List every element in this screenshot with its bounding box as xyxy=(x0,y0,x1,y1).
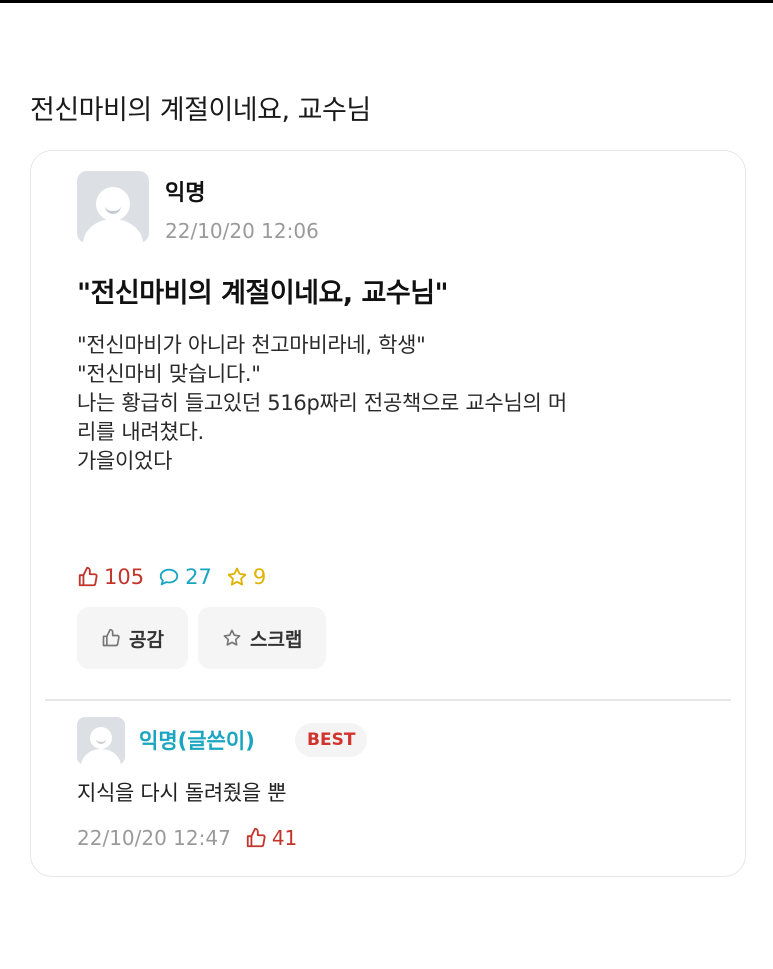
post-body-line: "전신마비가 아니라 천고마비라네, 학생" xyxy=(77,333,426,357)
comment-count-value: 27 xyxy=(185,565,212,589)
divider xyxy=(45,699,731,701)
star-icon xyxy=(223,629,241,646)
post-timestamp: 22/10/20 12:06 xyxy=(165,219,319,243)
page-title: 전신마비의 계절이네요, 교수님 xyxy=(30,95,371,126)
post-author: 익명 xyxy=(165,181,206,206)
scrap-count-value: 9 xyxy=(252,565,267,589)
like-button[interactable]: 공감 xyxy=(77,607,188,669)
scrap-count: 9 xyxy=(226,565,266,589)
like-count-value: 105 xyxy=(104,565,145,589)
user-avatar-icon[interactable] xyxy=(77,171,149,243)
like-count: 105 xyxy=(77,565,144,589)
comment-like-count: 41 xyxy=(271,826,298,850)
thumbs-up-icon xyxy=(78,566,98,587)
post-title: "전신마비의 계절이네요, 교수님" xyxy=(77,278,449,309)
best-badge: BEST xyxy=(295,723,368,757)
user-avatar-icon[interactable] xyxy=(77,717,125,765)
comment-author: 익명(글쓴이) xyxy=(139,729,255,753)
comment-text: 지식을 다시 돌려줬을 뿐 xyxy=(77,781,287,805)
thumbs-up-icon xyxy=(246,827,266,848)
post-body-line: "전신마비 맞습니다." xyxy=(77,362,261,386)
thumbs-up-icon xyxy=(102,628,120,647)
post-body: "전신마비가 아니라 천고마비라네, 학생" "전신마비 맞습니다." 나는 황… xyxy=(77,331,717,476)
post-body-line: 리를 내려쳤다. xyxy=(77,420,204,444)
speech-bubble-icon xyxy=(159,568,179,586)
top-bar xyxy=(0,0,773,3)
post-stats: 105 27 9 xyxy=(77,563,280,591)
comment-meta: 22/10/20 12:47 41 xyxy=(77,826,297,850)
post-card: 익명 22/10/20 12:06 "전신마비의 계절이네요, 교수님" "전신… xyxy=(30,150,746,877)
comment-like-button[interactable]: 41 xyxy=(245,826,297,850)
scrap-button-label: 스크랩 xyxy=(249,628,303,651)
comment-count: 27 xyxy=(158,565,212,589)
post-body-line: 가을이었다 xyxy=(77,449,173,473)
comment-timestamp: 22/10/20 12:47 xyxy=(77,826,231,850)
post-actions: 공감 스크랩 xyxy=(77,607,336,669)
scrap-button[interactable]: 스크랩 xyxy=(197,607,327,669)
like-button-label: 공감 xyxy=(129,628,164,651)
star-icon xyxy=(227,567,247,586)
post-body-line: 나는 황급히 들고있던 516p짜리 전공책으로 교수님의 머 xyxy=(77,391,567,415)
